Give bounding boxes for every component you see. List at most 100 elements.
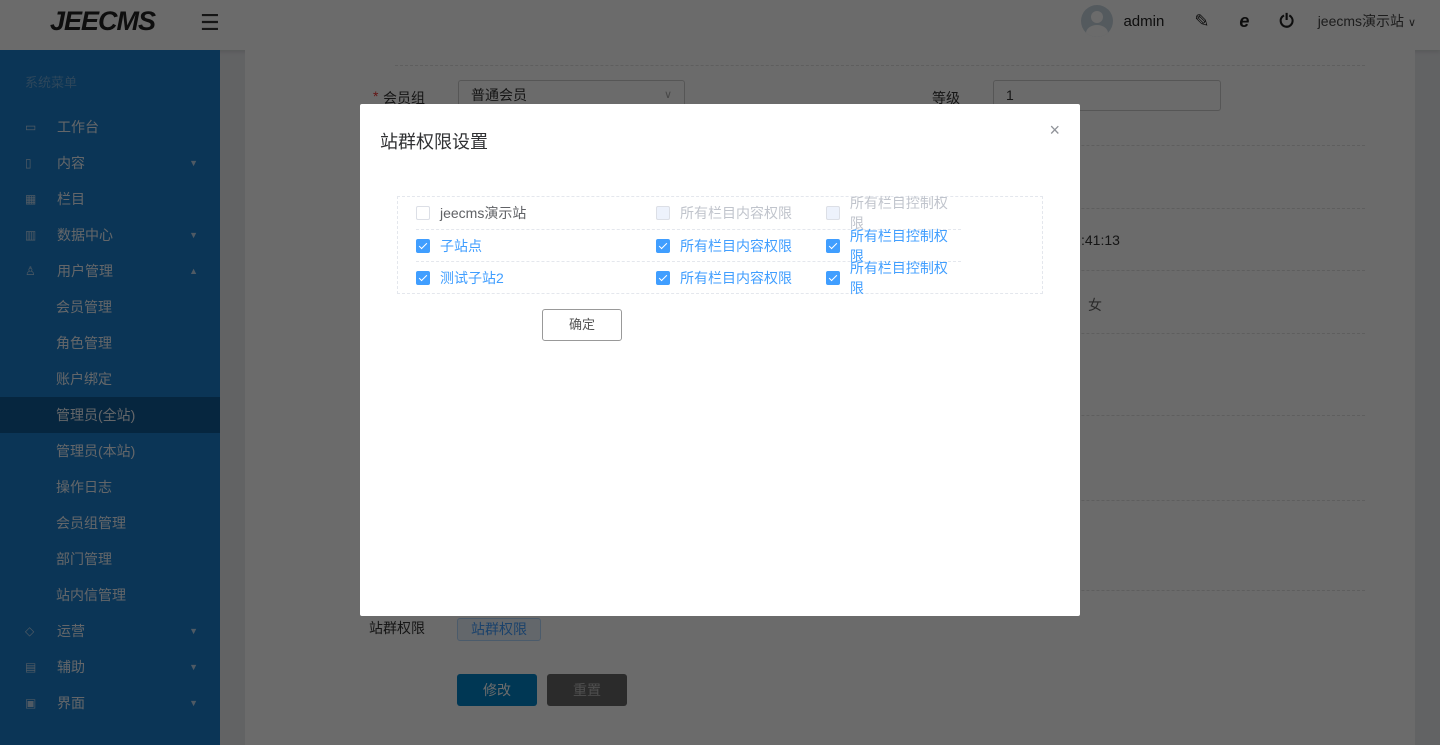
site-label: 测试子站2: [440, 269, 504, 286]
sidebar-item-label: 用户管理: [57, 263, 113, 279]
sidebar-item[interactable]: 操作日志: [0, 469, 220, 505]
sidebar-item-label: 账户绑定: [56, 371, 112, 387]
sidebar-item-label: 部门管理: [56, 551, 112, 567]
sidebar-item[interactable]: ▥ 数据中心 ▼: [0, 217, 220, 253]
control-perm-label: 所有栏目控制权限: [849, 259, 948, 296]
sidebar-item-label: 站内信管理: [56, 587, 126, 603]
user-edit-icon[interactable]: ✎: [1194, 11, 1209, 32]
logo: JEECMS: [50, 6, 156, 36]
required-mark: *: [373, 88, 379, 104]
confirm-button[interactable]: 确定: [542, 309, 622, 341]
close-icon[interactable]: ×: [1049, 120, 1060, 141]
content-perm-checkbox[interactable]: 所有栏目内容权限: [656, 268, 792, 288]
caret-down-icon: ▼: [189, 158, 198, 168]
caret-down-icon: ▼: [189, 230, 198, 240]
site-checkbox[interactable]: 测试子站2: [416, 268, 504, 288]
sidebar-item-label: 会员管理: [56, 299, 112, 315]
site-checkbox[interactable]: jeecms演示站: [416, 203, 526, 223]
sidebar-item[interactable]: ♙ 用户管理 ▲: [0, 253, 220, 289]
sidebar-item[interactable]: 账户绑定: [0, 361, 220, 397]
sidebar-item[interactable]: 管理员(全站): [0, 397, 220, 433]
permission-row: 子站点 所有栏目内容权限 所有栏目控制权限: [416, 228, 961, 264]
level-value: 1: [1006, 87, 1014, 103]
time-value: :41:13: [1081, 232, 1120, 248]
sidebar: 系统菜单 ▭ 工作台 ▯ 内容 ▼ ▦ 栏目 ▥ 数据中心 ▼ ♙ 用户管理 ▲ 会员管理角色管理账户绑定…: [0, 50, 220, 745]
grid-icon: ▦: [25, 192, 37, 206]
caret-down-icon: ▼: [189, 698, 198, 708]
submit-button[interactable]: 修改: [457, 674, 537, 706]
site-checkbox[interactable]: 子站点: [416, 236, 482, 256]
sidebar-item[interactable]: 管理员(本站): [0, 433, 220, 469]
permission-table: jeecms演示站 所有栏目内容权限 所有栏目控制权限 子站点 所有栏目内容权限 所有栏目…: [397, 195, 1043, 296]
sidebar-item-label: 管理员(本站): [56, 443, 136, 459]
checkbox-icon[interactable]: [416, 206, 430, 220]
sidebar-item[interactable]: 部门管理: [0, 541, 220, 577]
site-switcher[interactable]: jeecms演示站 ∨: [1318, 11, 1416, 31]
bar-chart-icon: ▥: [25, 228, 37, 242]
site-perm-button[interactable]: 站群权限: [457, 618, 541, 641]
caret-down-icon: ▼: [189, 626, 198, 636]
site-perm-label: 站群权限: [369, 620, 425, 636]
username[interactable]: admin: [1123, 13, 1164, 30]
sidebar-item[interactable]: ▯ 内容 ▼: [0, 145, 220, 181]
chevron-down-icon: ∨: [1407, 17, 1416, 29]
sidebar-item[interactable]: ▣ 界面 ▼: [0, 685, 220, 721]
sidebar-item[interactable]: 会员管理: [0, 289, 220, 325]
reset-button[interactable]: 重置: [547, 674, 627, 706]
sidebar-item-label: 会员组管理: [56, 515, 126, 531]
box-icon: ▤: [25, 660, 37, 674]
sidebar-item[interactable]: ▦ 栏目: [0, 181, 220, 217]
top-header: JEECMS ☰ admin ✎ e ⏻ jeecms演示站 ∨: [0, 0, 1440, 50]
sidebar-item-label: 数据中心: [57, 227, 113, 243]
content-perm-label: 所有栏目内容权限: [680, 205, 792, 221]
sidebar-item[interactable]: ◇ 运营 ▼: [0, 613, 220, 649]
sidebar-item-label: 角色管理: [56, 335, 112, 351]
sidebar-item[interactable]: ▤ 辅助 ▼: [0, 649, 220, 685]
ie-browser-icon[interactable]: e: [1239, 11, 1249, 32]
gender-option[interactable]: 女: [1088, 295, 1102, 315]
sidebar-item[interactable]: 站内信管理: [0, 577, 220, 613]
site-label: 子站点: [440, 237, 482, 254]
checkbox-icon[interactable]: [826, 238, 840, 253]
sidebar-item[interactable]: 会员组管理: [0, 505, 220, 541]
divider: [395, 65, 1365, 66]
caret-up-icon: ▲: [189, 266, 198, 276]
member-group-value: 普通会员: [471, 87, 527, 103]
checkbox-icon[interactable]: [416, 238, 430, 253]
site-name: jeecms演示站: [1317, 13, 1405, 29]
checkbox-icon[interactable]: [656, 238, 670, 253]
content-perm-checkbox[interactable]: 所有栏目内容权限: [656, 236, 792, 256]
content-perm-label: 所有栏目内容权限: [680, 269, 792, 286]
caret-down-icon: ▼: [189, 662, 198, 672]
permission-row: jeecms演示站 所有栏目内容权限 所有栏目控制权限: [416, 195, 961, 231]
sidebar-item-label: 运营: [57, 623, 85, 639]
sidebar-item-label: 栏目: [57, 191, 85, 207]
sidebar-item-label: 界面: [57, 695, 85, 711]
dialog-title: 站群权限设置: [380, 132, 488, 152]
sidebar-item-label: 操作日志: [56, 479, 112, 495]
sidebar-title: 系统菜单: [25, 75, 78, 90]
layout-icon: ▣: [25, 696, 37, 710]
checkbox-icon: [656, 206, 670, 220]
avatar[interactable]: [1081, 5, 1114, 37]
control-perm-checkbox[interactable]: 所有栏目控制权限: [826, 258, 961, 298]
checkbox-icon[interactable]: [416, 270, 430, 285]
menu-icon[interactable]: ☰: [200, 10, 220, 36]
checkbox-icon[interactable]: [656, 270, 670, 285]
sidebar-item-label: 工作台: [57, 119, 99, 135]
shield-icon: ◇: [25, 624, 35, 638]
sidebar-item-label: 内容: [57, 155, 85, 171]
permission-row: 测试子站2 所有栏目内容权限 所有栏目控制权限: [416, 260, 961, 296]
site-permission-dialog: 站群权限设置 × jeecms演示站 所有栏目内容权限 所有栏目控制权限 子站点 所有栏…: [360, 104, 1080, 616]
sidebar-item[interactable]: ▭ 工作台: [0, 109, 220, 145]
checkbox-icon[interactable]: [826, 270, 840, 285]
content-perm-label: 所有栏目内容权限: [680, 237, 792, 254]
power-icon[interactable]: ⏻: [1279, 11, 1293, 32]
sidebar-item[interactable]: 角色管理: [0, 325, 220, 361]
user-icon: ♙: [25, 264, 36, 278]
monitor-icon: ▭: [25, 120, 37, 134]
sidebar-item-label: 辅助: [57, 659, 85, 675]
site-label: jeecms演示站: [440, 205, 527, 221]
document-icon: ▯: [25, 156, 32, 170]
checkbox-icon: [826, 206, 840, 220]
